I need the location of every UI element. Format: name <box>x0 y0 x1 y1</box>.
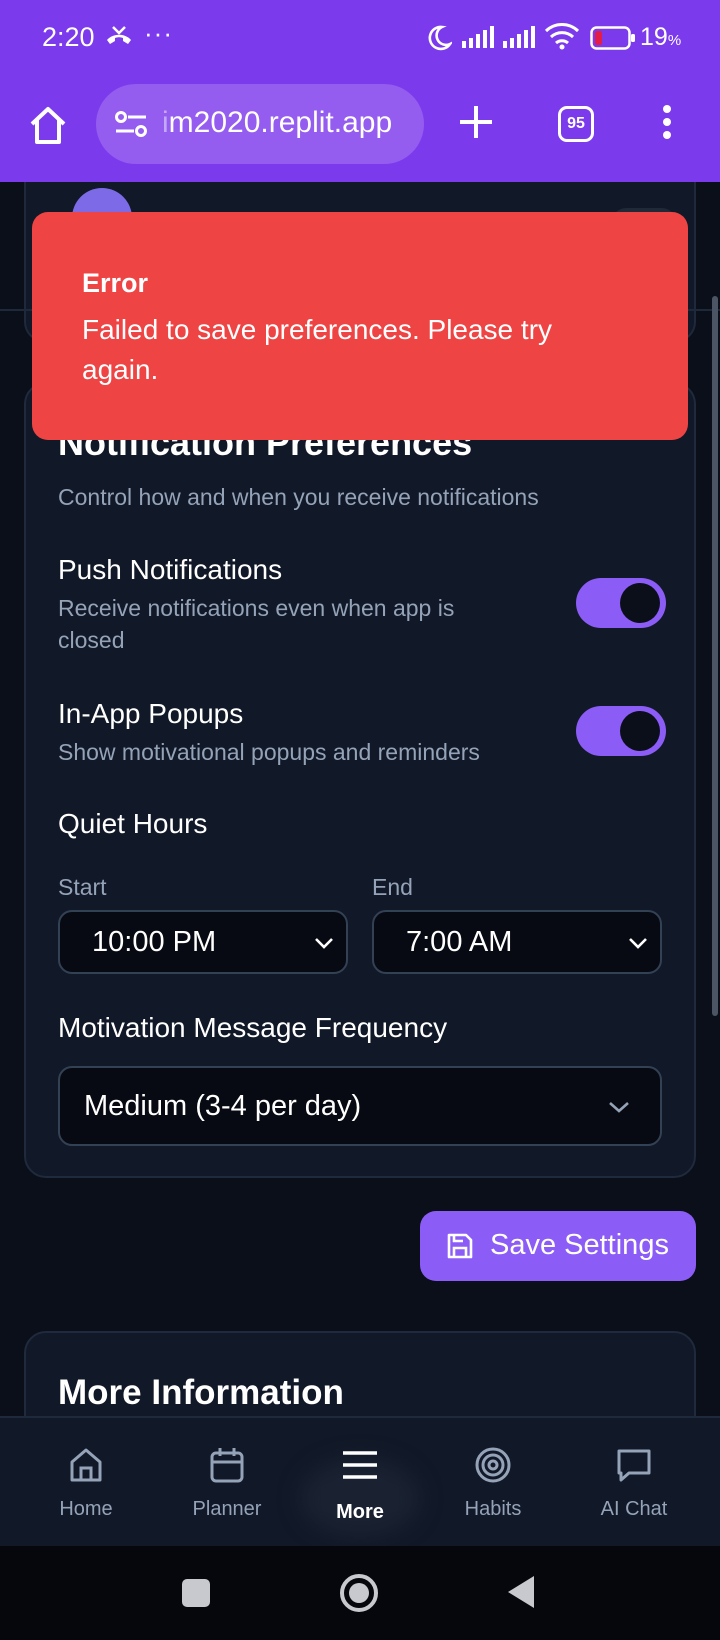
nav-label: More <box>336 1501 384 1523</box>
frequency-select[interactable]: Medium (3-4 per day) <box>58 1066 662 1146</box>
toggle-knob <box>620 711 660 751</box>
error-toast[interactable]: Error Failed to save preferences. Please… <box>32 212 688 440</box>
quiet-end-label: End <box>372 874 413 900</box>
nav-item-home[interactable]: Home <box>26 1418 146 1548</box>
frequency-value: Medium (3-4 per day) <box>84 1090 362 1122</box>
missed-call-icon <box>107 26 131 44</box>
status-bar: 2:20 ··· 19% <box>0 0 720 80</box>
target-icon <box>475 1447 511 1483</box>
more-information-title: More Information <box>58 1373 344 1412</box>
menu-icon <box>343 1451 377 1479</box>
toast-message: Failed to save preferences. Please try a… <box>82 314 553 385</box>
save-icon <box>447 1233 473 1259</box>
save-settings-label: Save Settings <box>490 1229 669 1261</box>
status-overflow: ··· <box>144 18 173 48</box>
new-tab-icon[interactable] <box>458 104 494 140</box>
push-notifications-title: Push Notifications <box>58 554 283 585</box>
status-time: 2:20 <box>42 22 95 52</box>
signal-icon-2 <box>503 26 535 48</box>
more-vert-icon[interactable] <box>660 104 674 140</box>
in-app-popups-title: In-App Popups <box>58 698 244 729</box>
wifi-icon <box>544 23 580 50</box>
site-settings-icon[interactable] <box>114 108 148 140</box>
nav-label: Home <box>59 1498 113 1520</box>
chevron-down-icon <box>315 938 333 949</box>
scrollbar[interactable] <box>712 296 718 1016</box>
toast-title: Error <box>82 268 149 298</box>
nav-item-ai-chat[interactable]: AI Chat <box>574 1418 694 1548</box>
quiet-start-select[interactable]: 10:00 PM <box>58 910 348 974</box>
push-notifications-description: Receive notifications even when app is c… <box>58 595 455 653</box>
nav-label: Planner <box>192 1498 262 1520</box>
card-subtitle: Control how and when you receive notific… <box>58 484 539 510</box>
address-bar[interactable]: im2020.replit.app <box>96 84 424 164</box>
recents-icon[interactable] <box>181 1578 211 1608</box>
nav-label: Habits <box>464 1498 522 1520</box>
quiet-end-select[interactable]: 7:00 AM <box>372 910 662 974</box>
home-icon <box>70 1448 102 1482</box>
chat-icon <box>617 1449 651 1482</box>
quiet-start-value: 10:00 PM <box>92 926 217 958</box>
tab-switcher-button[interactable]: 95 <box>558 106 594 142</box>
nav-item-habits[interactable]: Habits <box>433 1418 553 1548</box>
calendar-icon <box>210 1448 244 1483</box>
battery-percent: 19% <box>640 23 682 51</box>
toggle-knob <box>620 583 660 623</box>
bottom-nav: Home Planner More Habits AI Chat <box>0 1416 720 1546</box>
chevron-down-icon <box>609 1102 629 1113</box>
in-app-popups-toggle[interactable] <box>576 706 666 756</box>
in-app-popups-description: Show motivational popups and reminders <box>58 739 480 765</box>
chevron-down-icon <box>629 938 647 949</box>
nav-item-more[interactable]: More <box>300 1418 420 1548</box>
push-notifications-toggle[interactable] <box>576 578 666 628</box>
frequency-title: Motivation Message Frequency <box>58 1012 448 1043</box>
notification-preferences-card: Notification Preferences Control how and… <box>24 382 696 1178</box>
home-circle-icon[interactable] <box>338 1572 380 1614</box>
nav-label: AI Chat <box>600 1498 668 1520</box>
nav-item-planner[interactable]: Planner <box>167 1418 287 1548</box>
moon-icon <box>428 25 452 51</box>
browser-chrome: 2:20 ··· 19% im2020.replit.app 95 <box>0 0 720 182</box>
home-icon[interactable] <box>26 104 70 148</box>
system-navigation-bar <box>0 1546 720 1640</box>
save-settings-button[interactable]: Save Settings <box>420 1211 696 1281</box>
battery-icon <box>590 26 635 50</box>
quiet-start-label: Start <box>58 874 107 900</box>
back-icon[interactable] <box>506 1574 536 1610</box>
quiet-end-value: 7:00 AM <box>406 926 513 958</box>
signal-icon <box>462 26 494 48</box>
url-text: im2020.replit.app <box>162 106 393 139</box>
quiet-hours-title: Quiet Hours <box>58 808 208 839</box>
